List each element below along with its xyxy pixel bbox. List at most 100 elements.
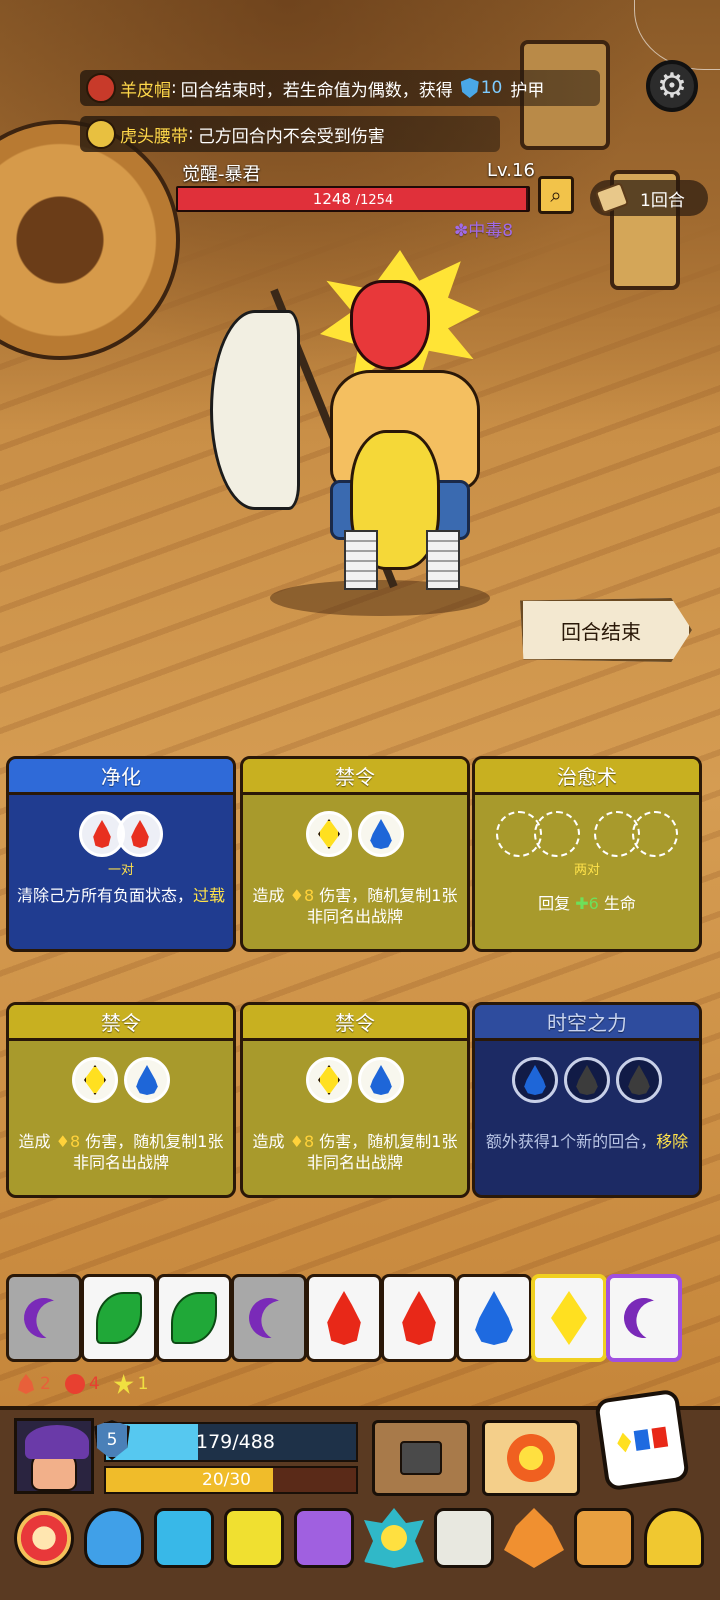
- scroll-relic-icon[interactable]: [434, 1508, 494, 1568]
- card-heal[interactable]: 治愈术 两对 回复 ✚6 生命: [472, 756, 702, 952]
- card-time-power[interactable]: 时空之力 额外获得1个新的回合，移除: [472, 1002, 702, 1198]
- round-label: 1回合: [640, 190, 685, 211]
- settings-gear-button[interactable]: ⚙: [646, 60, 698, 112]
- card-description: 回复 ✚6 生命: [475, 877, 699, 914]
- diamond-face-icon: [616, 1432, 633, 1454]
- dice-slot: [564, 1057, 610, 1103]
- explosion-icon: [503, 1430, 559, 1486]
- empty-dice-slot: [632, 811, 678, 857]
- card-ban[interactable]: 禁令 造成 ♦8 伤害，随机复制1张非同名出战牌: [240, 1002, 470, 1198]
- relic-name: 虎头腰带: [120, 126, 188, 147]
- card-description: 额外获得1个新的回合，移除: [475, 1123, 699, 1152]
- water-drop-icon: [136, 1065, 158, 1095]
- red-face-icon: [651, 1426, 669, 1449]
- relic-inventory: [14, 1508, 714, 1572]
- card-title: 治愈术: [475, 759, 699, 795]
- card-desc-text: 伤害，随机复制1张非同名出战牌: [306, 886, 458, 926]
- relic-effect-tiger-belt: 虎头腰带 : 己方回合内不会受到伤害: [80, 116, 500, 152]
- fire-counter: 2: [16, 1374, 51, 1394]
- damage-value: ♦8: [55, 1132, 81, 1151]
- round-counter: 1回合: [590, 180, 708, 216]
- card-dice-slots: [9, 1057, 233, 1103]
- purple-die-relic-icon[interactable]: [294, 1508, 354, 1568]
- die-leaf[interactable]: [81, 1274, 157, 1362]
- card-purify[interactable]: 净化 一对 清除己方所有负面状态，过载: [6, 756, 236, 952]
- target-relic-icon[interactable]: [14, 1508, 74, 1568]
- water-drop-icon: [524, 1065, 546, 1095]
- die-flame[interactable]: [306, 1274, 382, 1362]
- card-desc-text: 伤害，随机复制1张非同名出战牌: [72, 1132, 224, 1172]
- golden-helmet-relic-icon[interactable]: [644, 1508, 704, 1568]
- enemy-red-mask: [350, 280, 430, 370]
- heal-value: ✚6: [575, 894, 599, 913]
- dice-slot: [124, 1057, 170, 1103]
- card-combo-empty: [243, 1105, 467, 1123]
- card-desc-text: 回复: [538, 894, 576, 913]
- card-title: 禁令: [9, 1005, 233, 1041]
- die-water[interactable]: [456, 1274, 532, 1362]
- locked-ability-button[interactable]: [372, 1420, 470, 1496]
- card-dice-slots: [243, 1057, 467, 1103]
- yellow-die-relic-icon[interactable]: [224, 1508, 284, 1568]
- card-description: 造成 ♦8 伤害，随机复制1张非同名出战牌: [243, 1123, 467, 1173]
- blue-hat-relic-icon[interactable]: [84, 1508, 144, 1568]
- enemy-hp-current: 1248: [312, 190, 351, 208]
- scroll-icon: [594, 181, 630, 215]
- armor-level: 5: [106, 1430, 118, 1450]
- die-moon[interactable]: [231, 1274, 307, 1362]
- fire-relic-icon[interactable]: [504, 1508, 564, 1568]
- magnifier-icon: ⌕: [550, 183, 562, 207]
- gear-icon: ⚙: [656, 66, 688, 106]
- flame-icon: [327, 1291, 361, 1345]
- enemy-left-leg: [344, 530, 378, 590]
- water-drop-icon: [370, 1065, 392, 1095]
- empty-dice-slot: [534, 811, 580, 857]
- card-desc-text: 伤害，随机复制1张非同名出战牌: [306, 1132, 458, 1172]
- diamond-icon: [84, 1065, 106, 1095]
- dice-slot: [306, 811, 352, 857]
- flame-icon: [402, 1291, 436, 1345]
- card-combo-empty: [9, 1105, 233, 1123]
- enemy-hp-text: 1248 /1254: [178, 188, 528, 210]
- diamond-icon: [318, 819, 340, 849]
- dice-slot: [512, 1057, 558, 1103]
- burst-ability-button[interactable]: [482, 1420, 580, 1496]
- player-portrait[interactable]: [14, 1418, 94, 1494]
- poison-label: 中毒8: [468, 221, 514, 241]
- resource-counters: 2 4 1: [16, 1374, 148, 1394]
- card-ban[interactable]: 禁令 造成 ♦8 伤害，随机复制1张非同名出战牌: [6, 1002, 236, 1198]
- fire-icon: [18, 1374, 34, 1394]
- card-combo-empty: [475, 1105, 699, 1123]
- diamond-icon: [551, 1291, 587, 1345]
- card-combo-empty: [243, 859, 467, 877]
- die-leaf[interactable]: [156, 1274, 232, 1362]
- flame-claw-relic-icon[interactable]: [574, 1508, 634, 1568]
- flame-icon: [93, 820, 111, 848]
- die-flame[interactable]: [381, 1274, 457, 1362]
- armor-label: 护甲: [510, 80, 545, 101]
- star-count: 1: [137, 1374, 149, 1394]
- player-energy-text: 20/30: [202, 1470, 251, 1490]
- end-turn-label: 回合结束: [561, 619, 641, 644]
- enemy-tyrant-figure[interactable]: [200, 250, 520, 630]
- die-diamond[interactable]: [531, 1274, 607, 1362]
- card-dice-slots: [243, 811, 467, 857]
- beast-mask-relic-icon[interactable]: [364, 1508, 424, 1568]
- relic-effect-sheepskin-hat: 羊皮帽 : 回合结束时，若生命值为偶数，获得 10 护甲: [80, 70, 600, 106]
- burst-counter: 4: [64, 1374, 100, 1394]
- die-moon[interactable]: [606, 1274, 682, 1362]
- blue-die-relic-icon[interactable]: [154, 1508, 214, 1568]
- enemy-inspect-button[interactable]: ⌕: [538, 176, 574, 214]
- card-desc-text: 造成: [252, 1132, 290, 1151]
- card-ban[interactable]: 禁令 造成 ♦8 伤害，随机复制1张非同名出战牌: [240, 756, 470, 952]
- roll-dice-button[interactable]: [594, 1388, 690, 1492]
- gray-drop-icon: [628, 1065, 650, 1095]
- enemy-status-poison[interactable]: ✽中毒8: [454, 216, 513, 241]
- end-turn-button[interactable]: 回合结束: [520, 598, 692, 662]
- dice-slot: [117, 811, 163, 857]
- diamond-icon: [318, 1065, 340, 1095]
- relic-desc: 己方回合内不会受到伤害: [197, 126, 385, 147]
- damage-value: ♦8: [289, 886, 315, 905]
- player-hp-text: 179/488: [196, 1431, 275, 1453]
- die-moon[interactable]: [6, 1274, 82, 1362]
